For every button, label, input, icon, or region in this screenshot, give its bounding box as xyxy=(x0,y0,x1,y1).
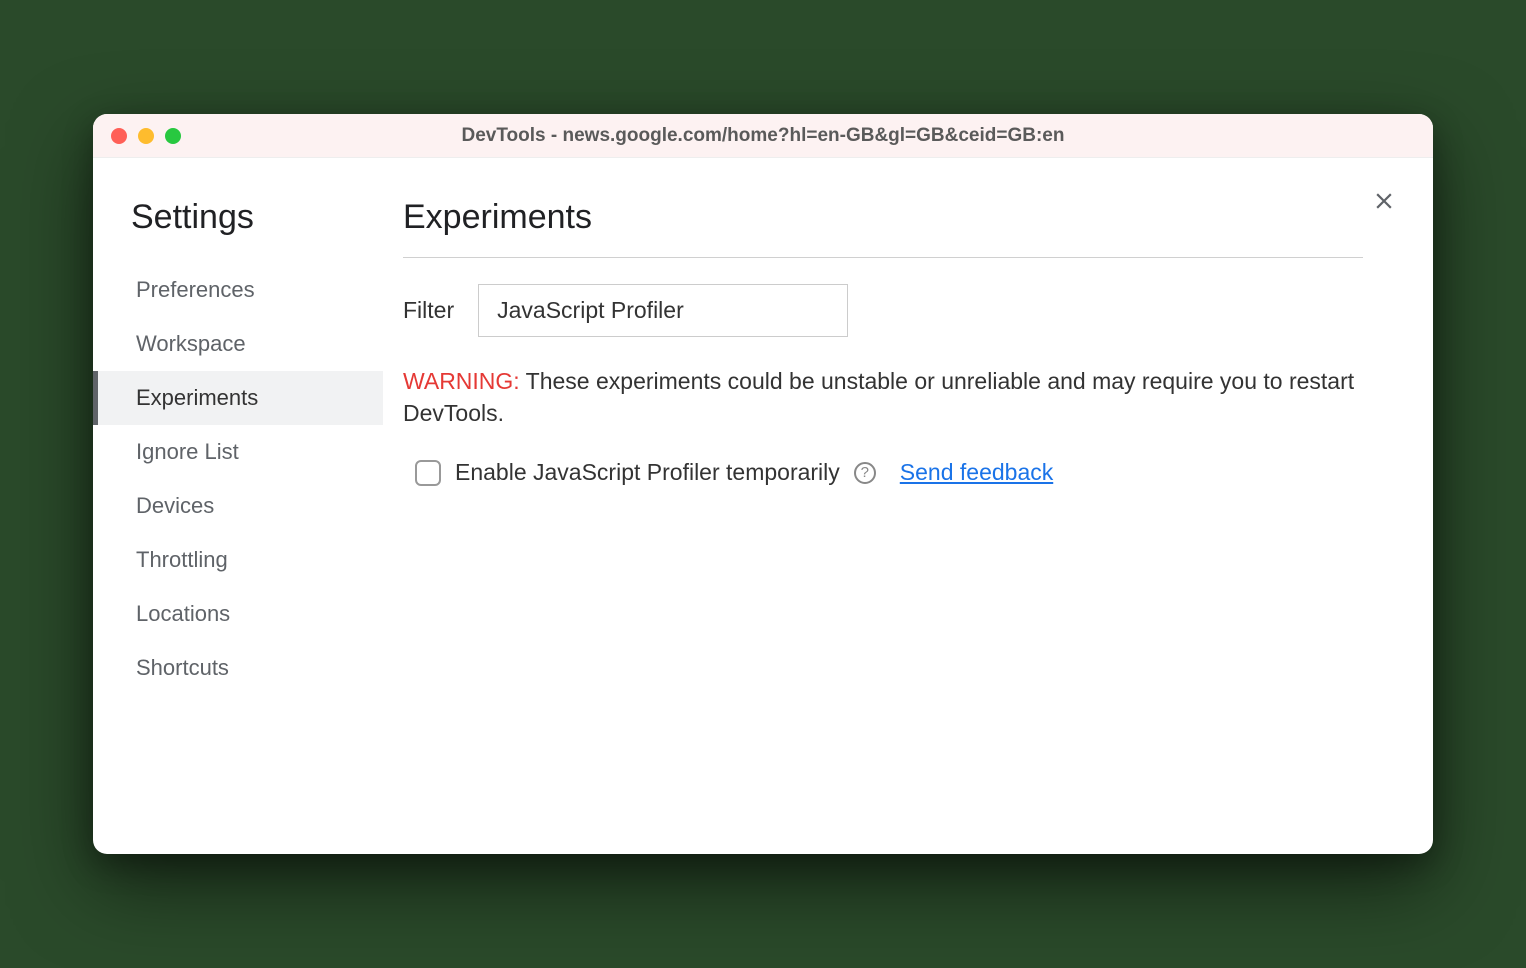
experiment-label: Enable JavaScript Profiler temporarily xyxy=(455,459,840,486)
window-title: DevTools - news.google.com/home?hl=en-GB… xyxy=(93,125,1433,147)
warning-text: These experiments could be unstable or u… xyxy=(403,368,1354,426)
filter-label: Filter xyxy=(403,297,454,324)
panel-title: Experiments xyxy=(403,198,1363,258)
window-minimize-button[interactable] xyxy=(138,128,154,144)
settings-sidebar: Settings Preferences Workspace Experimen… xyxy=(93,158,383,854)
sidebar-item-ignore-list[interactable]: Ignore List xyxy=(93,425,383,479)
send-feedback-link[interactable]: Send feedback xyxy=(900,459,1053,486)
devtools-window: DevTools - news.google.com/home?hl=en-GB… xyxy=(93,114,1433,854)
warning-message: WARNING: These experiments could be unst… xyxy=(403,365,1363,429)
experiment-checkbox[interactable] xyxy=(415,460,441,486)
help-icon[interactable]: ? xyxy=(854,462,876,484)
window-close-button[interactable] xyxy=(111,128,127,144)
titlebar: DevTools - news.google.com/home?hl=en-GB… xyxy=(93,114,1433,158)
close-icon xyxy=(1371,188,1397,214)
sidebar-item-experiments[interactable]: Experiments xyxy=(93,371,383,425)
filter-row: Filter xyxy=(403,284,1363,337)
sidebar-item-preferences[interactable]: Preferences xyxy=(93,263,383,317)
close-settings-button[interactable] xyxy=(1367,184,1401,218)
sidebar-item-workspace[interactable]: Workspace xyxy=(93,317,383,371)
traffic-lights xyxy=(111,128,181,144)
window-maximize-button[interactable] xyxy=(165,128,181,144)
window-body: Settings Preferences Workspace Experimen… xyxy=(93,158,1433,854)
warning-label: WARNING: xyxy=(403,368,520,394)
sidebar-item-throttling[interactable]: Throttling xyxy=(93,533,383,587)
sidebar-item-locations[interactable]: Locations xyxy=(93,587,383,641)
experiment-row: Enable JavaScript Profiler temporarily ?… xyxy=(403,459,1363,486)
main-panel: Experiments Filter WARNING: These experi… xyxy=(383,158,1433,854)
sidebar-item-devices[interactable]: Devices xyxy=(93,479,383,533)
sidebar-item-shortcuts[interactable]: Shortcuts xyxy=(93,641,383,695)
sidebar-title: Settings xyxy=(93,198,383,263)
filter-input[interactable] xyxy=(478,284,848,337)
